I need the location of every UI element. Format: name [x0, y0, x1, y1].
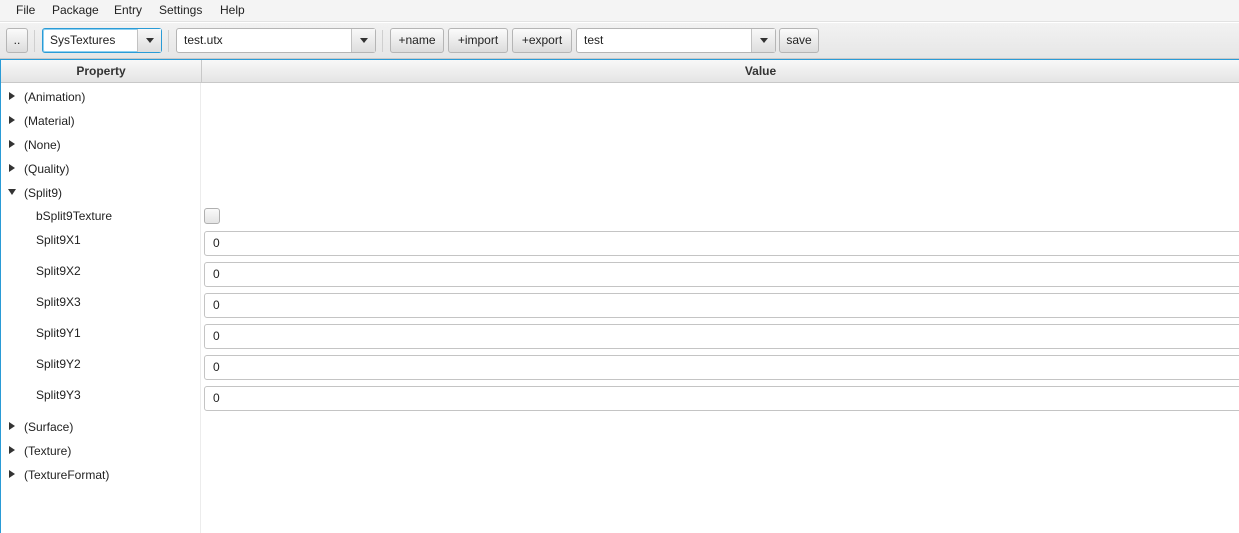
property-column-header[interactable]: Property [1, 60, 201, 83]
tree-category[interactable]: (Quality) [1, 156, 201, 180]
tree-category[interactable]: (Texture) [1, 438, 201, 462]
value-column-header[interactable]: Value [202, 60, 1239, 83]
entry-combo[interactable]: test [576, 28, 776, 53]
property-label: Split9X2 [36, 264, 81, 278]
chevron-down-icon[interactable] [137, 29, 161, 52]
group-combo-value: SysTextures [50, 33, 116, 47]
import-button[interactable]: +import [448, 28, 508, 53]
property-label: Split9X1 [36, 233, 81, 247]
expand-arrow-icon[interactable] [9, 422, 15, 430]
split9y3-field[interactable]: 0 [204, 386, 1239, 411]
menu-file[interactable]: File [16, 3, 35, 18]
property-label: Split9Y1 [36, 326, 81, 340]
file-combo-value: test.utx [184, 33, 223, 47]
split9y1-field[interactable]: 0 [204, 324, 1239, 349]
category-label: (Animation) [24, 90, 86, 104]
category-label: (Quality) [24, 162, 70, 176]
menu-entry[interactable]: Entry [114, 3, 142, 18]
category-label: (Split9) [24, 186, 63, 200]
tree-category[interactable]: (Surface) [1, 414, 201, 438]
tree-category[interactable]: (Material) [1, 108, 201, 132]
menu-help[interactable]: Help [220, 3, 245, 18]
save-button[interactable]: save [779, 28, 819, 53]
tree-category[interactable]: (Animation) [1, 84, 201, 108]
category-label: (Material) [24, 114, 75, 128]
bsplit9texture-checkbox[interactable] [204, 208, 220, 224]
toolbar: .. SysTextures test.utx +name +import +e… [0, 23, 1239, 59]
property-label: bSplit9Texture [36, 209, 113, 223]
category-label: (TextureFormat) [24, 468, 110, 482]
split9x3-field[interactable]: 0 [204, 293, 1239, 318]
expand-arrow-icon[interactable] [9, 164, 15, 172]
toolbar-separator [34, 30, 35, 52]
tree-category[interactable]: (TextureFormat) [1, 462, 201, 486]
chevron-down-icon[interactable] [351, 29, 375, 52]
category-label: (Texture) [24, 444, 72, 458]
export-button[interactable]: +export [512, 28, 572, 53]
property-label: Split9Y3 [36, 388, 81, 402]
category-label: (Surface) [24, 420, 74, 434]
menu-bar: File Package Entry Settings Help [0, 0, 1239, 22]
parent-dir-button[interactable]: .. [6, 28, 28, 53]
expand-arrow-icon[interactable] [9, 446, 15, 454]
expand-arrow-icon[interactable] [9, 140, 15, 148]
group-combo[interactable]: SysTextures [42, 28, 162, 53]
split9y2-field[interactable]: 0 [204, 355, 1239, 380]
entry-combo-value: test [584, 33, 604, 47]
file-combo[interactable]: test.utx [176, 28, 376, 53]
property-label: Split9Y2 [36, 357, 81, 371]
property-label: Split9X3 [36, 295, 81, 309]
expand-arrow-icon[interactable] [9, 470, 15, 478]
expand-arrow-icon[interactable] [9, 116, 15, 124]
expand-arrow-icon[interactable] [9, 92, 15, 100]
category-label: (None) [24, 138, 61, 152]
add-name-button[interactable]: +name [390, 28, 444, 53]
split9x1-field[interactable]: 0 [204, 231, 1239, 256]
toolbar-separator [382, 30, 383, 52]
table-header: Property Value [1, 60, 1239, 83]
toolbar-separator [168, 30, 169, 52]
collapse-arrow-icon[interactable] [8, 189, 16, 195]
split9x2-field[interactable]: 0 [204, 262, 1239, 287]
tree-category[interactable]: (None) [1, 132, 201, 156]
tree-category-expanded[interactable]: (Split9) [1, 180, 201, 204]
menu-package[interactable]: Package [52, 3, 99, 18]
menu-settings[interactable]: Settings [159, 3, 202, 18]
chevron-down-icon[interactable] [751, 29, 775, 52]
